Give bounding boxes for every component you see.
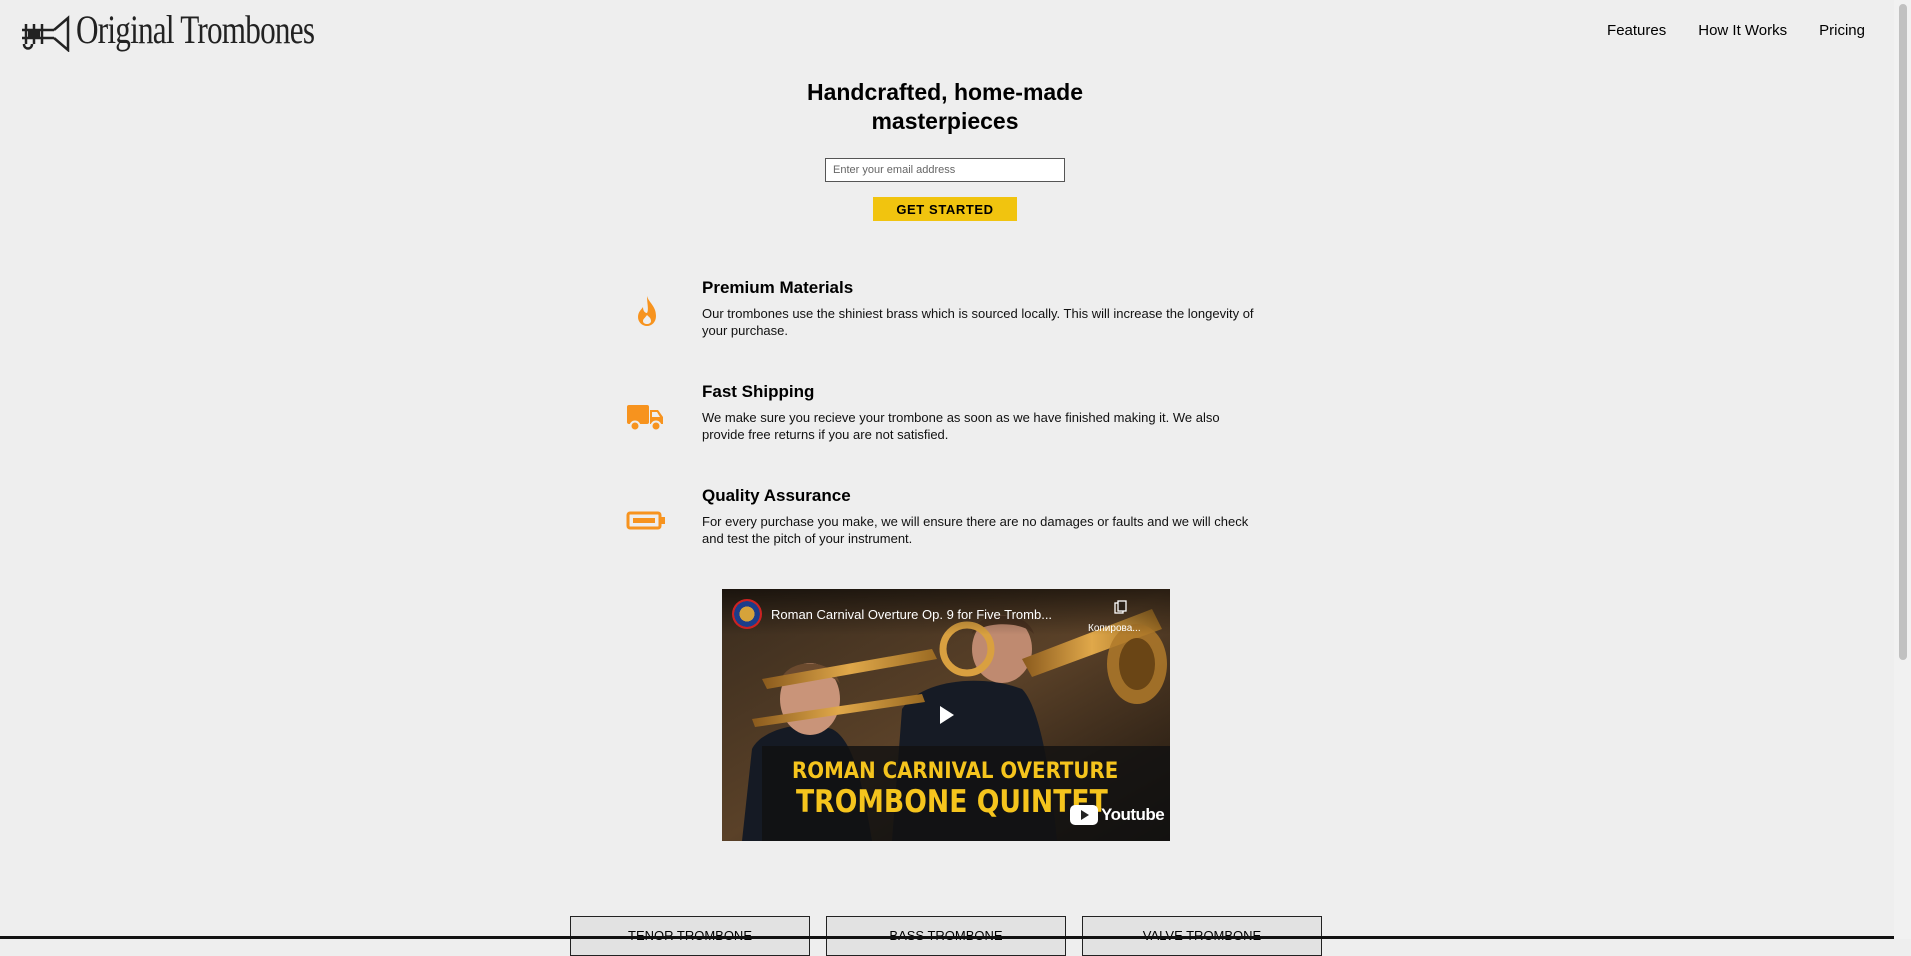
video-banner-line2: TROMBONE QUINTET — [796, 784, 1108, 820]
youtube-play-icon — [1070, 805, 1098, 825]
feature-text: We make sure you recieve your trombone a… — [702, 410, 1220, 442]
video-embed[interactable]: Roman Carnival Overture Op. 9 for Five T… — [722, 589, 1170, 841]
battery-icon — [626, 511, 665, 530]
feature-title: Fast Shipping — [702, 382, 815, 401]
brand-logo[interactable]: Original Trombones — [20, 8, 381, 52]
youtube-logo[interactable]: Youtube — [1070, 805, 1165, 825]
feature-premium-materials: Premium Materials Our trombones use the … — [612, 277, 1262, 357]
email-input[interactable] — [825, 158, 1065, 182]
video-banner-line1: ROMAN CARNIVAL OVERTURE — [792, 759, 1119, 784]
channel-avatar[interactable] — [732, 599, 762, 629]
feature-fast-shipping: Fast Shipping We make sure you recieve y… — [612, 381, 1262, 461]
site-header: Original Trombones Features How It Works… — [0, 0, 1890, 64]
main-nav: Features How It Works Pricing — [1607, 22, 1865, 39]
vertical-scrollbar[interactable] — [1894, 0, 1911, 939]
nav-link-pricing[interactable]: Pricing — [1819, 22, 1865, 39]
copy-link-label[interactable]: Копирова... — [1088, 623, 1141, 634]
copy-link-icon[interactable] — [1114, 600, 1128, 614]
video-title[interactable]: Roman Carnival Overture Op. 9 for Five T… — [771, 607, 1052, 622]
scrollbar-thumb[interactable] — [1899, 4, 1907, 660]
get-started-button[interactable]: GET STARTED — [873, 197, 1017, 221]
nav-link-how-it-works[interactable]: How It Works — [1698, 22, 1787, 39]
feature-text: Our trombones use the shiniest brass whi… — [702, 306, 1254, 338]
brand-name: Original Trombones — [76, 7, 315, 52]
nav-link-features[interactable]: Features — [1607, 22, 1666, 39]
youtube-logo-text: Youtube — [1101, 805, 1165, 824]
truck-icon — [627, 405, 663, 432]
hero-section: Handcrafted, home-made masterpieces GET … — [0, 78, 1890, 221]
play-icon[interactable] — [934, 703, 958, 727]
fire-icon — [638, 296, 656, 326]
feature-title: Premium Materials — [702, 278, 854, 297]
feature-quality-assurance: Quality Assurance For every purchase you… — [612, 485, 1262, 565]
hero-title: Handcrafted, home-made masterpieces — [806, 79, 1084, 134]
feature-text: For every purchase you make, we will ens… — [702, 514, 1249, 546]
trombone-logo-icon — [22, 15, 70, 52]
feature-title: Quality Assurance — [702, 486, 851, 505]
